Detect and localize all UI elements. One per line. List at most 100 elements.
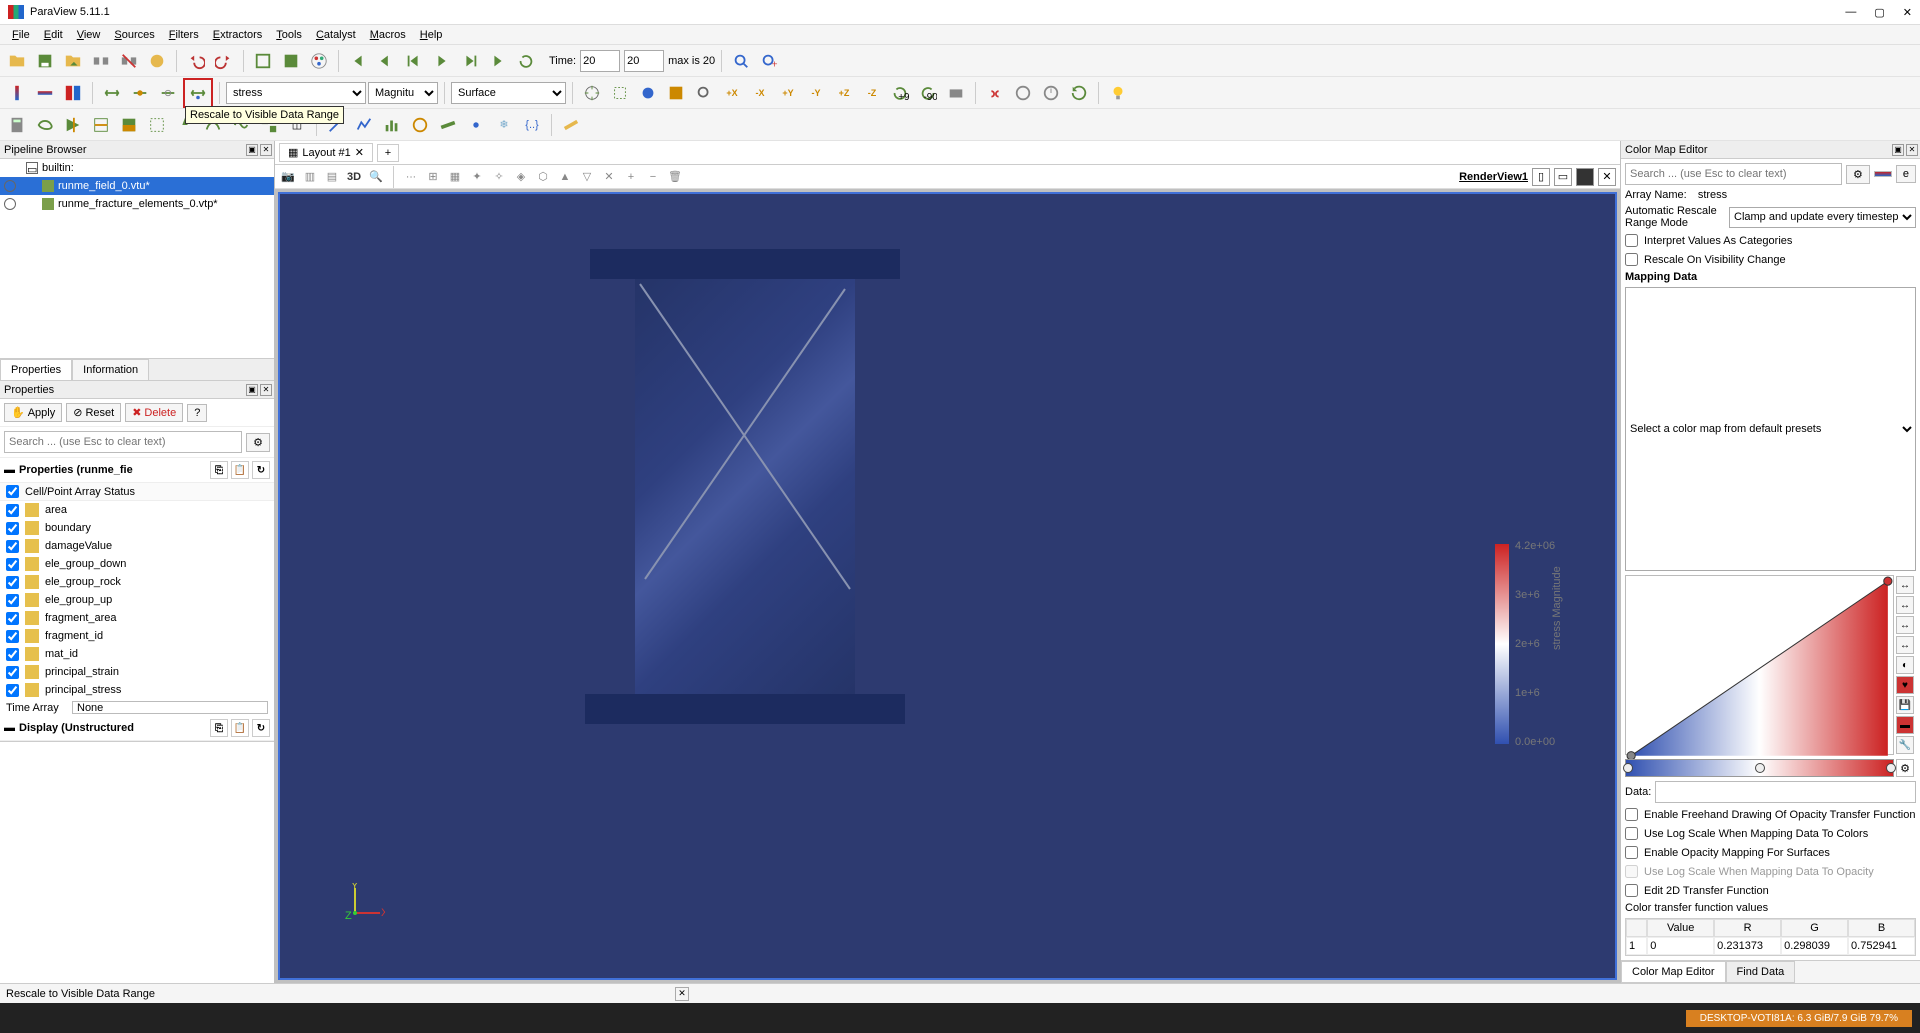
zoom-icon[interactable]: 🔍 [367, 168, 385, 186]
color-array-combo[interactable]: stress [226, 82, 366, 104]
vcr-loop-icon[interactable] [513, 48, 539, 74]
axis-plus-z-icon[interactable]: +Z [831, 80, 857, 106]
color-palette-icon[interactable] [306, 48, 332, 74]
add-layout-button[interactable]: + [377, 144, 399, 162]
split-h-icon[interactable]: ▥ [301, 168, 319, 186]
sel-polygon-icon[interactable]: ⬡ [534, 168, 552, 186]
data-value-input[interactable] [1655, 781, 1916, 803]
reload-icon[interactable]: ↻ [252, 461, 270, 479]
hover-points-icon[interactable]: ✧ [490, 168, 508, 186]
freehand-opacity-checkbox[interactable] [1625, 808, 1638, 821]
connect-icon[interactable] [88, 48, 114, 74]
close-panel-icon[interactable]: ✕ [1906, 144, 1918, 156]
delete-button[interactable]: ✖ Delete [125, 403, 183, 422]
tab-information[interactable]: Information [72, 359, 149, 380]
component-combo[interactable]: Magnitu [368, 82, 438, 104]
reset-camera-icon[interactable] [579, 80, 605, 106]
probe-icon[interactable] [463, 112, 489, 138]
rescale-range-icon[interactable] [99, 80, 125, 106]
interpret-categories-checkbox[interactable] [1625, 234, 1638, 247]
hover-cells-icon[interactable]: ◈ [512, 168, 530, 186]
properties-search-input[interactable] [4, 431, 242, 453]
reset-button[interactable]: ⊘ Reset [66, 403, 121, 422]
save-icon[interactable] [32, 48, 58, 74]
minimize-button[interactable]: — [1845, 6, 1856, 19]
array-row[interactable]: damageValue [0, 537, 274, 555]
visibility-eye-icon[interactable] [4, 198, 16, 210]
array-row[interactable]: fragment_area [0, 609, 274, 627]
array-row[interactable]: boundary [0, 519, 274, 537]
vcr-play-icon[interactable] [429, 48, 455, 74]
zoom-to-box-icon[interactable] [607, 80, 633, 106]
disconnect-icon[interactable] [116, 48, 142, 74]
display-section-header[interactable]: ▬Display (Unstructured ⎘📋↻ [0, 716, 274, 741]
choose-preset-icon[interactable]: ♥ [1896, 676, 1914, 694]
axis-plus-y-icon[interactable]: +Y [775, 80, 801, 106]
split-vertical-icon[interactable]: ▭ [1554, 168, 1572, 186]
tab-find-data[interactable]: Find Data [1726, 961, 1796, 983]
rescale-visibility-checkbox[interactable] [1625, 253, 1638, 266]
edit-color-map-icon[interactable] [32, 80, 58, 106]
properties-section-header[interactable]: ▬Properties (runme_fie ⎘📋↻ [0, 458, 274, 483]
select-block-icon[interactable]: ▦ [446, 168, 464, 186]
rescale-temporal-icon[interactable] [155, 80, 181, 106]
float-panel-icon[interactable]: ▣ [246, 384, 258, 396]
close-button[interactable]: ✕ [1903, 6, 1912, 19]
split-v-icon[interactable]: ▤ [323, 168, 341, 186]
menu-macros[interactable]: Macros [364, 27, 412, 43]
rescale-custom-icon[interactable]: ↔ [1896, 596, 1914, 614]
array-row[interactable]: fragment_id [0, 627, 274, 645]
time-step-input[interactable] [624, 50, 664, 72]
log-scale-colors-checkbox[interactable] [1625, 827, 1638, 840]
array-row[interactable]: principal_stress [0, 681, 274, 699]
cell-point-status-row[interactable]: Cell/Point Array Status [0, 483, 274, 501]
layout-tab-1[interactable]: ▦ Layout #1 ✕ [279, 143, 373, 162]
color-values-table[interactable]: ValueRGB 1 00.2313730.2980390.752941 [1625, 918, 1916, 956]
menu-filters[interactable]: Filters [163, 27, 205, 43]
vcr-last-icon[interactable] [485, 48, 511, 74]
menu-file[interactable]: File [6, 27, 36, 43]
menu-help[interactable]: Help [414, 27, 449, 43]
paste-icon[interactable]: 📋 [231, 719, 249, 737]
scalar-bar-icon[interactable] [4, 80, 30, 106]
use-separate-color-icon[interactable] [60, 80, 86, 106]
close-view-icon[interactable]: ✕ [1598, 168, 1616, 186]
tab-properties[interactable]: Properties [0, 359, 72, 380]
ruler-icon[interactable] [435, 112, 461, 138]
array-row[interactable]: area [0, 501, 274, 519]
split-horizontal-icon[interactable]: ▯ [1532, 168, 1550, 186]
array-row[interactable]: ele_group_down [0, 555, 274, 573]
axis-minus-z-icon[interactable]: -Z [859, 80, 885, 106]
pipeline-tree[interactable]: ▭ builtin: runme_field_0.vtu* runme_frac… [0, 159, 274, 359]
tab-color-map-editor[interactable]: Color Map Editor [1621, 961, 1726, 983]
copy-icon[interactable]: ⎘ [210, 719, 228, 737]
trash-icon[interactable]: 🗑 [666, 168, 684, 186]
save-preset-icon[interactable]: 💾 [1896, 696, 1914, 714]
refresh-icon[interactable] [1066, 80, 1092, 106]
float-panel-icon[interactable]: ▣ [246, 144, 258, 156]
edit-color-legend-icon[interactable]: e [1896, 165, 1916, 183]
select-cells-through-icon[interactable]: ⊞ [424, 168, 442, 186]
shrink-sel-icon[interactable]: ▽ [578, 168, 596, 186]
axis-minus-x-icon[interactable]: -X [747, 80, 773, 106]
copy-icon[interactable]: ⎘ [210, 461, 228, 479]
array-row[interactable]: mat_id [0, 645, 274, 663]
vcr-back-icon[interactable] [373, 48, 399, 74]
rescale-data-icon[interactable]: ↔ [1896, 616, 1914, 634]
rotate-ccw-icon[interactable]: -90 [915, 80, 941, 106]
python-shell-icon[interactable]: {..} [519, 112, 545, 138]
visibility-eye-icon[interactable] [4, 180, 16, 192]
zoom-closest-icon[interactable] [691, 80, 717, 106]
rotate-cw-icon[interactable]: +90 [887, 80, 913, 106]
start-trace-icon[interactable] [1010, 80, 1036, 106]
find-data-icon[interactable] [278, 48, 304, 74]
plot-data-icon[interactable] [407, 112, 433, 138]
tree-item-fracture[interactable]: runme_fracture_elements_0.vtp* [0, 195, 274, 213]
vcr-forward-icon[interactable] [457, 48, 483, 74]
interactive-sel-icon[interactable]: ✦ [468, 168, 486, 186]
clip-icon[interactable] [60, 112, 86, 138]
add-annotation-icon[interactable]: + [622, 168, 640, 186]
rescale-mode-combo[interactable]: Clamp and update every timestep [1729, 207, 1916, 228]
undo-icon[interactable] [183, 48, 209, 74]
rescale-custom-icon[interactable] [127, 80, 153, 106]
